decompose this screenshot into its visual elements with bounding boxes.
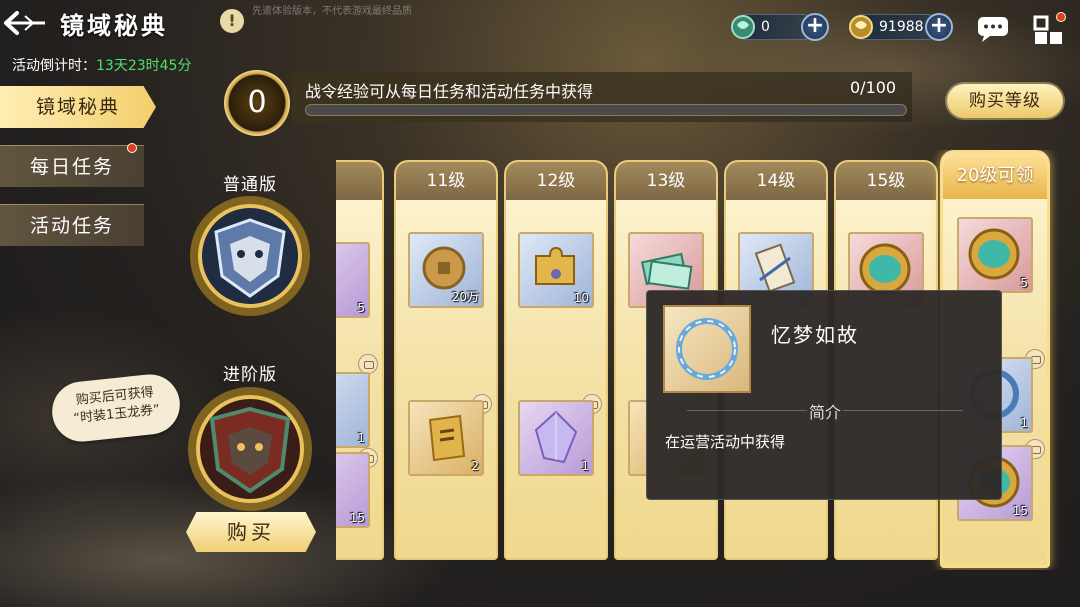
- normal-pass-emblem-icon: [190, 196, 310, 316]
- reward-item[interactable]: 2: [408, 400, 484, 476]
- reward-level-header: [336, 162, 382, 200]
- reward-item[interactable]: 10: [518, 232, 594, 308]
- gold-dragon-icon: [849, 15, 873, 39]
- reward-qty: 1: [357, 431, 365, 445]
- reward-column: 12级 10 1: [504, 160, 608, 560]
- reward-qty: 5: [1020, 276, 1028, 290]
- level-number: 0: [247, 85, 267, 120]
- lock-icon: [358, 354, 378, 374]
- exp-count: 0/100: [850, 78, 897, 97]
- reward-qty: 5: [357, 301, 365, 315]
- reward-qty: 10: [573, 291, 589, 305]
- exp-progress-bar: [305, 104, 907, 116]
- tooltip-section-title: 简介: [808, 403, 841, 422]
- back-button[interactable]: [2, 8, 48, 38]
- menu-button[interactable]: [1032, 12, 1066, 46]
- exp-hint-text: 战令经验可从每日任务和活动任务中获得: [305, 82, 594, 101]
- reward-qty: 2: [471, 459, 479, 473]
- reward-level-header: 15级: [836, 162, 936, 200]
- add-jade-button[interactable]: +: [801, 13, 829, 41]
- page-title: 镜域秘典: [60, 12, 168, 40]
- info-icon[interactable]: !: [220, 9, 244, 33]
- reward-item[interactable]: 15: [336, 452, 370, 528]
- top-bar: 镜域秘典 ! 先遣体验版本，不代表游戏最终品质 0 + 91988 +: [0, 0, 1080, 48]
- gold-currency-value: 91988: [879, 19, 924, 35]
- buy-level-button[interactable]: 购买等级: [947, 84, 1063, 118]
- reward-level-header: 14级: [726, 162, 826, 200]
- reward-item[interactable]: 1: [336, 372, 370, 448]
- reward-qty: 1: [1020, 416, 1028, 430]
- jade-currency-value: 0: [761, 19, 770, 35]
- tooltip-divider: [843, 410, 963, 411]
- reward-column: 5 1 15: [336, 160, 384, 560]
- daily-tasks-badge: [127, 143, 137, 153]
- reward-qty: 15: [349, 511, 365, 525]
- advanced-pass-emblem-icon: [188, 387, 312, 511]
- item-tooltip: 忆梦如故 简介 在运营活动中获得: [646, 290, 1002, 500]
- tab-daily-tasks[interactable]: 每日任务: [0, 145, 144, 187]
- countdown-value: 13天23时45分: [96, 58, 192, 74]
- tooltip-item-name: 忆梦如故: [771, 323, 859, 347]
- reward-item[interactable]: 1: [518, 400, 594, 476]
- chat-button[interactable]: [976, 14, 1010, 44]
- advanced-pass-label: 进阶版: [223, 365, 277, 385]
- reward-level-header: 11级: [396, 162, 496, 200]
- event-countdown: 活动倒计时：13天23时45分: [12, 55, 191, 75]
- tooltip-item-frame: [663, 305, 751, 393]
- reward-column: 11级 20万 2: [394, 160, 498, 560]
- reward-qty: 15: [1012, 504, 1028, 518]
- jade-dragon-icon: [731, 15, 755, 39]
- purchase-reward-bubble: 购买后可获得 “时装1玉龙券”: [49, 371, 183, 445]
- reward-level-header: 12级: [506, 162, 606, 200]
- add-gold-button[interactable]: +: [925, 13, 953, 41]
- chat-icon: [978, 17, 1008, 42]
- disclaimer-text: 先遣体验版本，不代表游戏最终品质: [252, 6, 412, 17]
- gold-currency: 91988 +: [849, 13, 953, 41]
- wreath-icon: [676, 318, 738, 380]
- countdown-label: 活动倒计时：: [12, 58, 96, 74]
- buy-pass-button[interactable]: 购买: [186, 512, 316, 552]
- reward-item[interactable]: 5: [957, 217, 1033, 293]
- reward-level-header: 13级: [616, 162, 716, 200]
- back-arrow-icon: [4, 11, 45, 35]
- menu-notification-dot: [1056, 12, 1066, 22]
- reward-qty: 20万: [451, 290, 479, 304]
- tooltip-description: 在运营活动中获得: [665, 433, 786, 451]
- reward-item[interactable]: 20万: [408, 232, 484, 308]
- tab-event-tasks[interactable]: 活动任务: [0, 204, 144, 246]
- tab-mirror-codex[interactable]: 镜域秘典: [0, 86, 156, 128]
- reward-qty: 1: [581, 459, 589, 473]
- jade-currency: 0 +: [731, 13, 829, 41]
- tab-daily-tasks-label: 每日任务: [29, 156, 114, 178]
- reward-item[interactable]: 5: [336, 242, 370, 318]
- reward-level-header: 20级可领: [943, 153, 1047, 199]
